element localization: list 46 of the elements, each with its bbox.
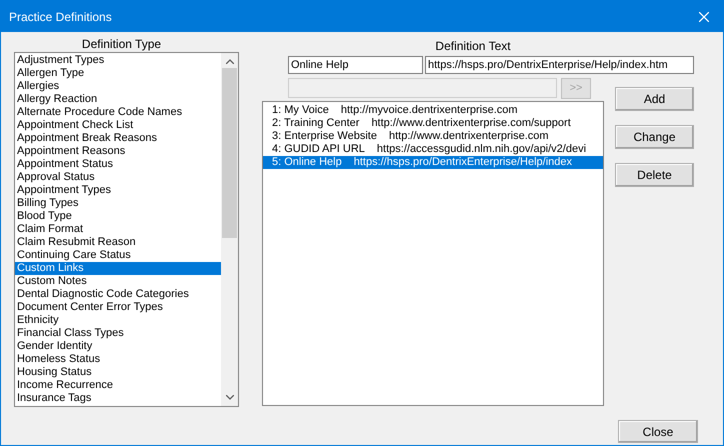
list-label: Definition Type [82,37,162,51]
list-item[interactable]: Adjustment Types [15,54,221,67]
links-list[interactable] [262,101,604,406]
action-button[interactable]: Change [615,125,694,149]
list-item[interactable]: Continuing Care Status [15,249,221,262]
list-item[interactable]: Document Center Error Types [15,301,221,314]
list-item[interactable]: Appointment Types [15,184,221,197]
list-item[interactable]: Gender Identity [15,340,221,353]
list-item[interactable]: Allergies [15,80,221,93]
list-item[interactable]: Claim Resubmit Reason [15,236,221,249]
list-item[interactable]: Appointment Reasons [15,145,221,158]
action-button[interactable]: Delete [615,163,694,187]
list-item[interactable]: Custom Notes [15,275,221,288]
list-item[interactable]: Billing Types [15,197,221,210]
action-button[interactable]: Add [615,87,694,111]
scrollbar-thumb[interactable] [222,68,237,238]
list-item[interactable]: Housing Status [15,366,221,379]
name-field[interactable]: Online Help [288,56,423,74]
list-item[interactable]: Appointment Status [15,158,221,171]
list-item[interactable]: Homeless Status [15,353,221,366]
list-item[interactable]: 2: Training Center http://www.dentrixenterprise.com/support [263,117,603,130]
list-item[interactable]: Approval Status [15,171,221,184]
list-item[interactable]: 3: Enterprise Website http://www.dentrixenterprise.com [263,130,603,143]
list-item[interactable]: 5: Online Help https://hsps.pro/DentrixEnterprise/Help/index [263,156,603,169]
list-item[interactable]: Blood Type [15,210,221,223]
list-item[interactable]: Alternate Procedure Code Names [15,106,221,119]
list-item[interactable]: Income Recurrence [15,379,221,392]
list-item[interactable]: Claim Format [15,223,221,236]
list-item[interactable]: Allergen Type [15,67,221,80]
url-field[interactable]: https://hsps.pro/DentrixEnterprise/Help/index.htm [425,56,694,74]
list-item[interactable]: Allergy Reaction [15,93,221,106]
list-item[interactable]: Ethnicity [15,314,221,327]
list-item[interactable]: Appointment Break Reasons [15,132,221,145]
list-item[interactable]: Appointment Check List [15,119,221,132]
close-button[interactable]: Close [618,420,698,443]
list-item[interactable]: Financial Class Types [15,327,221,340]
list-item[interactable]: Dental Diagnostic Code Categories [15,288,221,301]
list-item[interactable]: Custom Links [15,262,221,275]
text-label: Definition Text [435,39,511,53]
list-item[interactable]: 1: My Voice http://myvoice.dentrixenterprise.com [263,104,603,117]
definition-type-list[interactable] [14,52,239,407]
scrollbar[interactable] [221,53,238,406]
list-item[interactable]: 4: GUDID API URL https://accessgudid.nlm.nih.gov/api/v2/devi [263,143,603,156]
list-item[interactable]: Insurance Tags [15,392,221,405]
close-icon[interactable] [699,12,709,22]
window-title: Practice Definitions [9,8,112,26]
